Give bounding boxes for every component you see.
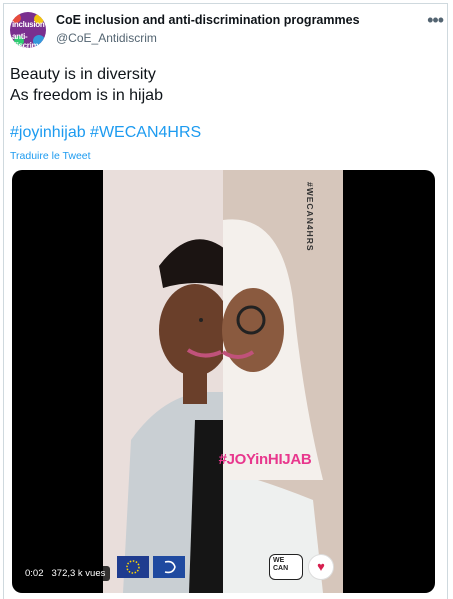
overlay-hashtag: #JOYinHIJAB — [218, 451, 312, 468]
tweet-line-1: Beauty is in diversity — [10, 66, 156, 83]
translate-tweet-link[interactable]: Traduire le Tweet — [10, 150, 91, 162]
video-player[interactable]: #WECAN4HRS #JOYinHIJAB WE CAN ♥ 0:02 372,… — [12, 170, 435, 593]
video-frame: #WECAN4HRS #JOYinHIJAB WE CAN ♥ — [103, 170, 343, 593]
author-name[interactable]: CoE inclusion and anti-discrimination pr… — [56, 13, 360, 27]
avatar-text-1: inclusion — [12, 20, 45, 29]
tweet-hashtags[interactable]: #joyinhijab #WECAN4HRS — [10, 124, 201, 142]
avatar-text-2: anti-discrim — [12, 32, 39, 48]
video-stats: 0:02 372,3 k vues — [20, 566, 111, 581]
vertical-hashtag: #WECAN4HRS — [305, 182, 315, 252]
ellipsis-icon[interactable]: ••• — [427, 10, 444, 31]
council-of-europe-logo — [153, 556, 185, 578]
video-views: 372,3 k vues — [51, 568, 106, 579]
eu-flag-logo — [117, 556, 149, 578]
wecan-logo-line-2: CAN — [273, 565, 289, 572]
author-handle[interactable]: @CoE_Antidiscrim — [56, 31, 157, 45]
coe-logo-icon — [164, 560, 176, 574]
eu-stars-icon — [126, 560, 140, 574]
heart-icon: ♥ — [308, 554, 334, 580]
wecan-logo-line-1: WE — [273, 557, 285, 564]
video-time: 0:02 — [25, 568, 44, 579]
tweet-line-2: As freedom is in hijab — [10, 87, 163, 104]
tweet-text: Beauty is in diversity As freedom is in … — [10, 64, 163, 106]
avatar[interactable]: inclusion anti-discrim — [10, 12, 46, 48]
wecan-logo: WE CAN — [269, 554, 303, 580]
